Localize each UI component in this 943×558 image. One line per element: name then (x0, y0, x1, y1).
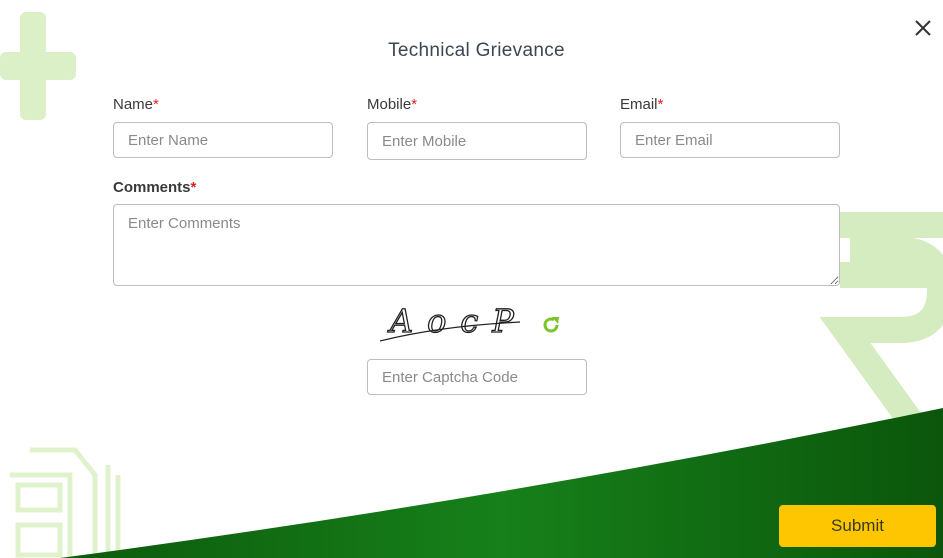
mobile-input[interactable] (367, 122, 587, 160)
refresh-icon[interactable] (541, 315, 561, 335)
name-label: Name* (113, 96, 159, 113)
submit-button[interactable]: Submit (779, 505, 936, 547)
rupee-icon (819, 212, 943, 428)
plus-icon (0, 12, 76, 120)
dialog-title: Technical Grievance (388, 40, 565, 61)
mobile-label: Mobile* (367, 96, 418, 113)
building-icon (10, 447, 121, 558)
captcha-input[interactable] (367, 359, 587, 395)
comments-label: Comments* (113, 179, 197, 196)
close-icon[interactable] (912, 17, 934, 39)
email-input[interactable] (620, 122, 840, 158)
email-label: Email* (620, 96, 664, 113)
captcha-image: AocP (380, 300, 525, 344)
name-input[interactable] (113, 122, 333, 158)
comments-textarea[interactable] (113, 204, 840, 286)
